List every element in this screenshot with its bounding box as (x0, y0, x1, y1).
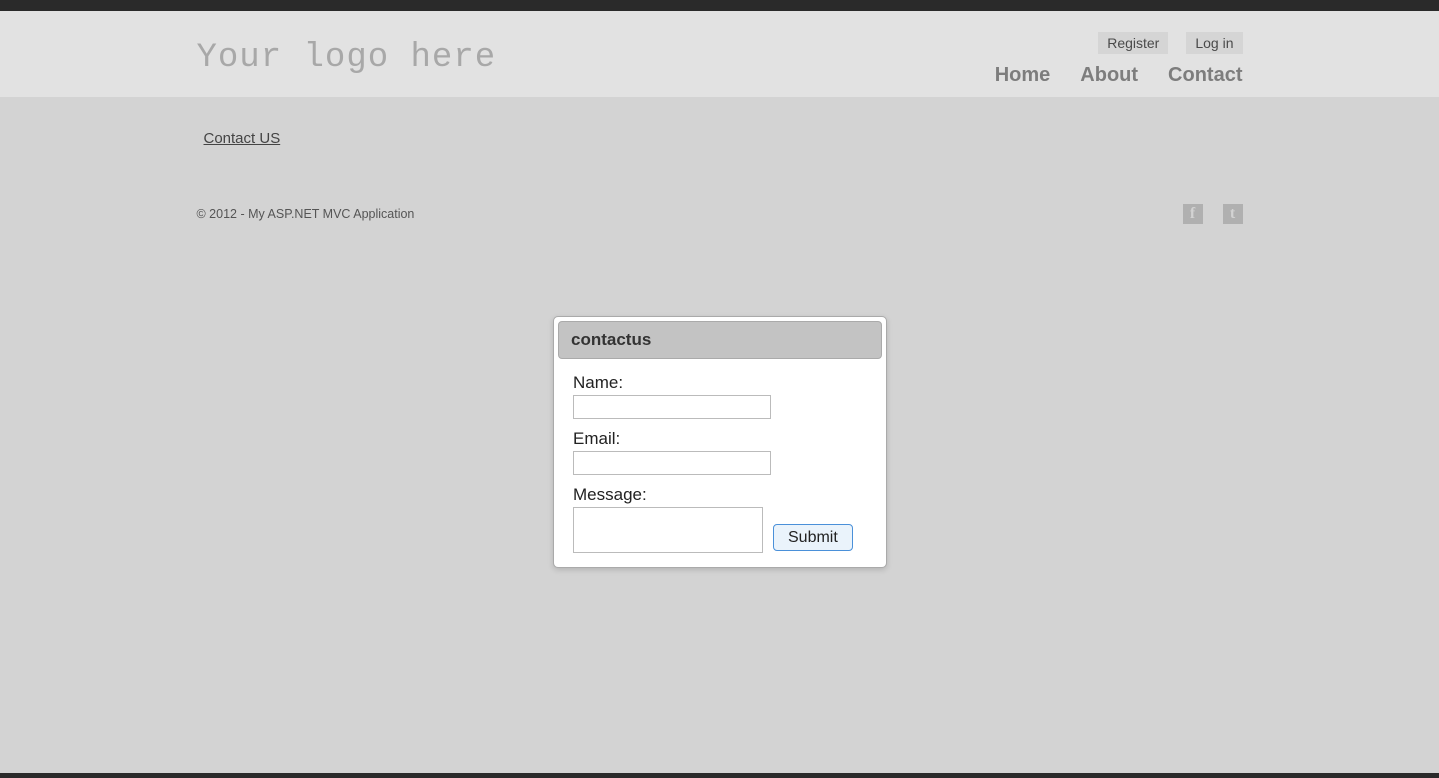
top-bar (0, 0, 1439, 11)
nav-home[interactable]: Home (995, 64, 1051, 87)
message-textarea[interactable] (573, 507, 763, 553)
message-label: Message: (573, 485, 867, 505)
subheader: Contact US (0, 97, 1439, 188)
contact-dialog: contactus Name: Email: Message: Submit (553, 316, 887, 568)
social-icons: f t (1183, 204, 1243, 224)
name-input[interactable] (573, 395, 771, 419)
main-nav: Home About Contact (995, 64, 1243, 87)
facebook-icon[interactable]: f (1183, 204, 1203, 224)
logo[interactable]: Your logo here (197, 39, 497, 77)
copyright-text: © 2012 - My ASP.NET MVC Application (197, 207, 415, 221)
dialog-body: Name: Email: Message: Submit (558, 359, 882, 563)
name-label: Name: (573, 373, 867, 393)
email-input[interactable] (573, 451, 771, 475)
login-link[interactable]: Log in (1186, 32, 1242, 54)
auth-links: Register Log in (1098, 32, 1242, 54)
contact-us-link[interactable]: Contact US (204, 130, 281, 147)
nav-contact[interactable]: Contact (1168, 64, 1242, 87)
register-link[interactable]: Register (1098, 32, 1168, 54)
email-label: Email: (573, 429, 867, 449)
footer: © 2012 - My ASP.NET MVC Application f t (0, 188, 1439, 240)
bottom-bar (0, 773, 1439, 778)
submit-button[interactable]: Submit (773, 524, 853, 551)
twitter-icon[interactable]: t (1223, 204, 1243, 224)
nav-about[interactable]: About (1080, 64, 1138, 87)
dialog-title: contactus (558, 321, 882, 359)
